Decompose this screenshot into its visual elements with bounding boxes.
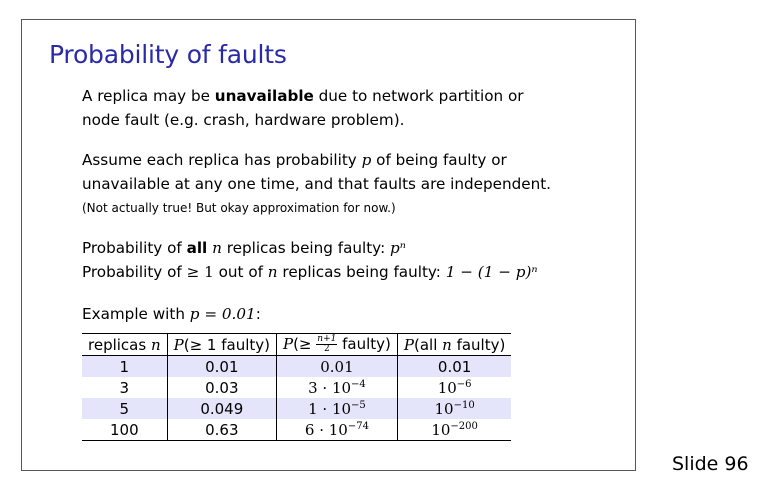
header-all-faulty: P(all n faulty) — [396, 333, 512, 356]
cell-majority: 0.01 — [275, 355, 398, 377]
p3-bold: all — [186, 239, 208, 257]
table-row: 100 0.63 6 · 10−74 10−200 — [82, 419, 512, 441]
p2-text-b: of being faulty or — [371, 151, 507, 169]
p3-text-b: replicas being faulty: — [221, 239, 391, 257]
table-row: 5 0.049 1 · 10−5 10−10 — [82, 398, 512, 419]
table-header-row: replicas n P(≥ 1 faulty) P(≥ n+1 2 faulty… — [82, 333, 512, 356]
p4-formula: 1 − (1 − p)ⁿ — [445, 263, 538, 281]
cell-replicas: 3 — [119, 378, 130, 397]
cell-replicas: 100 — [82, 419, 168, 441]
slide-title: Probability of faults — [49, 40, 287, 69]
p2-line2: unavailable at any one time, and that fa… — [82, 175, 552, 193]
p1-bold: unavailable — [214, 87, 314, 105]
p4-text-a: Probability of — [82, 263, 187, 281]
fraction: n+1 2 — [316, 334, 338, 354]
slide-number: Slide 96 — [672, 453, 749, 475]
header-majority-faulty: P(≥ n+1 2 faulty) — [275, 333, 398, 356]
p4-text-c: replicas being faulty: — [277, 263, 446, 281]
p4-n-var: n — [267, 263, 278, 281]
p4-text-b: out of — [213, 263, 268, 281]
paragraph-unavailable: A replica may be unavailable due to netw… — [82, 84, 524, 132]
p4-ge: ≥ 1 — [186, 263, 214, 281]
example-formula: p = 0.01 — [189, 305, 256, 323]
cell-ge1: 0.63 — [166, 419, 277, 441]
cell-all: 10−200 — [396, 419, 512, 441]
cell-replicas: 5 — [82, 398, 168, 419]
fault-probability-table: replicas n P(≥ 1 faulty) P(≥ n+1 2 faulty… — [82, 333, 512, 441]
header-replicas: replicas n — [82, 333, 168, 356]
p3-formula: pⁿ — [390, 239, 406, 257]
p2-var: p — [361, 151, 372, 169]
cell-ge1: 0.049 — [166, 398, 277, 419]
cell-all: 10−10 — [396, 398, 512, 419]
p3-text-a: Probability of — [82, 239, 187, 257]
header-ge1-faulty: P(≥ 1 faulty) — [166, 333, 277, 356]
table-row: 1 0.01 0.01 0.01 — [82, 355, 512, 377]
p3-n-var: n — [212, 239, 222, 257]
cell-all: 0.01 — [396, 355, 512, 377]
p2-note: (Not actually true! But okay approximati… — [82, 201, 396, 215]
paragraph-probabilities: Probability of all n replicas being faul… — [82, 236, 538, 284]
p2-text-a: Assume each replica has probability — [82, 151, 362, 169]
cell-ge1: 0.03 — [166, 377, 277, 398]
p1-text-b: due to network partition or — [313, 87, 524, 105]
p1-line2: node fault (e.g. crash, hardware problem… — [82, 111, 405, 129]
example-text: Example with — [82, 305, 190, 323]
cell-replicas: 1 — [82, 355, 168, 377]
example-line: Example with p = 0.01: — [82, 302, 261, 326]
cell-majority: 1 · 10−5 — [275, 398, 398, 419]
table-row: 3 0.03 3 · 10−4 10−6 — [82, 377, 512, 398]
cell-ge1: 0.01 — [166, 355, 277, 377]
paragraph-assumption: Assume each replica has probability p of… — [82, 148, 551, 220]
example-colon: : — [255, 305, 261, 323]
cell-majority: 3 · 10−4 — [275, 377, 398, 398]
p1-text-a: A replica may be — [82, 87, 215, 105]
cell-majority: 6 · 10−74 — [275, 419, 398, 441]
cell-all: 10−6 — [396, 377, 512, 398]
